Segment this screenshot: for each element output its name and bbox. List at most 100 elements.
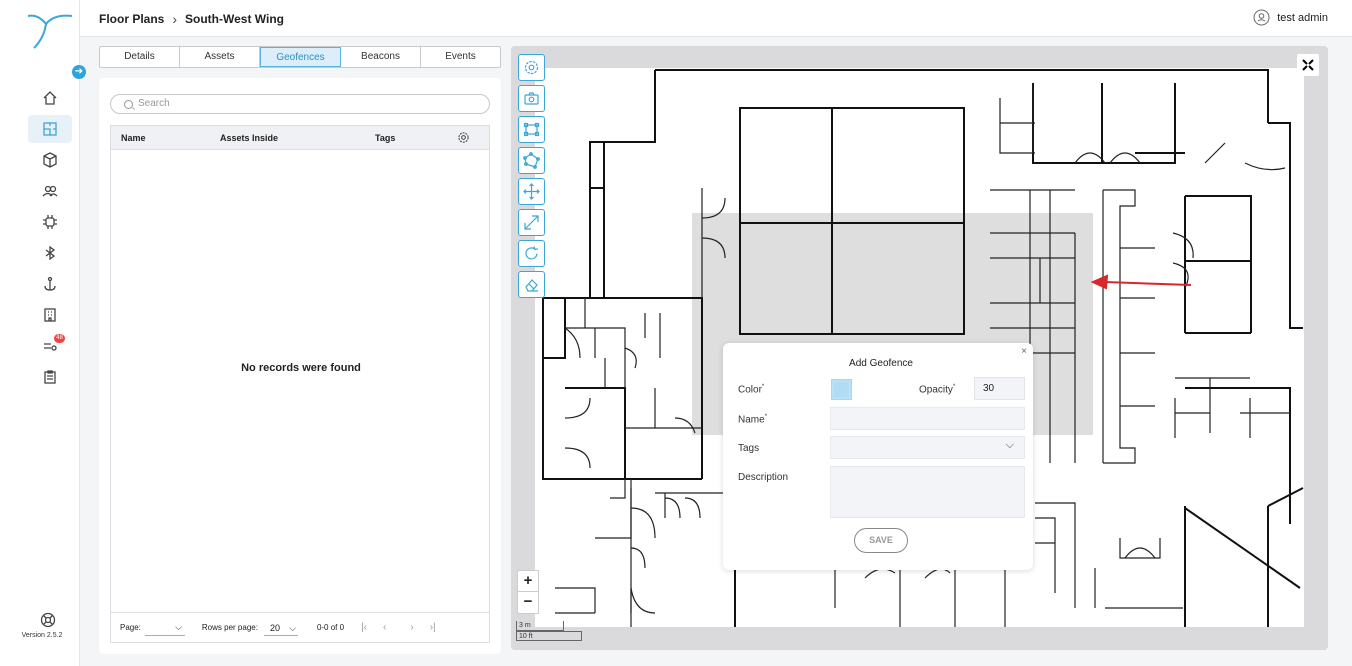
chevron-down-icon: ⌵	[1005, 439, 1014, 451]
chip-icon	[43, 215, 57, 229]
users-icon	[42, 185, 58, 197]
geofences-panel: Search Name Assets Inside Tags No record…	[99, 78, 501, 654]
tags-select[interactable]: ⌵	[830, 436, 1025, 459]
scale-metric: 3 m	[516, 621, 564, 631]
sidebar-item-home[interactable]	[28, 84, 72, 112]
tab-assets[interactable]: Assets	[180, 47, 260, 67]
page-select[interactable]: ⌵	[144, 620, 185, 636]
move-button[interactable]	[518, 178, 545, 205]
zoom-control: + −	[517, 570, 539, 614]
map-snapshot-button[interactable]	[518, 85, 545, 112]
chevron-right-icon: ›	[172, 11, 178, 27]
last-page-icon[interactable]: ›|	[430, 622, 436, 633]
move-icon	[523, 183, 540, 200]
sidebar-item-users[interactable]	[28, 177, 72, 205]
fullscreen-button[interactable]	[1297, 54, 1319, 76]
add-geofence-dialog: × Add Geofence Color* Opacity* 30 Name* …	[723, 343, 1033, 570]
column-assets-inside[interactable]: Assets Inside	[220, 133, 278, 143]
top-header: Floor Plans › South-West Wing test admin	[80, 0, 1352, 37]
draw-rectangle-button[interactable]	[518, 116, 545, 143]
first-page-icon[interactable]: |‹	[361, 622, 367, 633]
name-label: Name*	[738, 414, 768, 426]
map-scale-bar: 3 m 10 ft	[516, 621, 582, 641]
sidebar-item-reports[interactable]	[28, 363, 72, 391]
opacity-input[interactable]: 30	[974, 377, 1025, 400]
dialog-title: Add Geofence	[849, 358, 913, 369]
zoom-out-button[interactable]: −	[518, 592, 538, 613]
resize-icon	[524, 215, 539, 230]
rows-per-page-value: 20	[269, 622, 280, 633]
breadcrumb-floor-plans[interactable]: Floor Plans	[99, 12, 164, 26]
rotate-icon	[525, 246, 539, 260]
tab-bar: Details Assets Geofences Beacons Events	[99, 46, 501, 68]
search-input[interactable]: Search	[110, 94, 490, 114]
rotate-button[interactable]	[518, 240, 545, 267]
user-avatar-icon	[1253, 9, 1270, 26]
pagination-range: 0-0 of 0	[316, 623, 345, 632]
resize-button[interactable]	[518, 209, 545, 236]
anchor-icon	[44, 276, 56, 291]
alerts-count-badge: 48	[54, 334, 65, 343]
bluetooth-icon	[45, 245, 56, 261]
column-tags[interactable]: Tags	[375, 133, 395, 143]
expand-sidebar-button[interactable]: ➔	[72, 65, 86, 79]
building-icon	[44, 308, 56, 322]
cube-icon	[43, 152, 57, 168]
sidebar-item-devices[interactable]	[28, 208, 72, 236]
rows-per-page-label: Rows per page:	[201, 623, 258, 632]
description-label: Description	[738, 472, 789, 483]
tab-events[interactable]: Events	[421, 47, 500, 67]
tags-label: Tags	[738, 443, 760, 454]
name-label-text: Name	[738, 414, 765, 426]
close-icon[interactable]: ×	[1021, 346, 1027, 357]
app-version: Version 2.5.2	[21, 632, 63, 639]
opacity-label: Opacity*	[919, 384, 956, 396]
description-textarea[interactable]	[830, 466, 1025, 518]
next-page-icon[interactable]: ›	[410, 622, 413, 633]
table-header: Name Assets Inside Tags	[111, 126, 489, 150]
sidebar-item-alerts[interactable]: 48	[28, 332, 72, 360]
chevron-down-icon: ⌵	[289, 622, 296, 633]
opacity-label-text: Opacity	[919, 384, 953, 396]
geofences-table: Name Assets Inside Tags No records were …	[110, 125, 490, 643]
support-icon[interactable]	[40, 612, 56, 628]
polygon-draw-icon	[523, 152, 540, 169]
erase-button[interactable]	[518, 271, 545, 298]
column-settings-icon[interactable]	[457, 131, 470, 144]
page-label: Page:	[120, 623, 141, 632]
user-menu[interactable]: test admin	[1253, 9, 1328, 26]
breadcrumb: Floor Plans › South-West Wing	[99, 11, 284, 27]
scale-imperial: 10 ft	[516, 631, 582, 641]
pagination: Page: ⌵ Rows per page: 20 ⌵ 0-0 of 0 |‹ …	[111, 612, 489, 642]
draw-polygon-button[interactable]	[518, 147, 545, 174]
prev-page-icon[interactable]: ‹	[383, 622, 386, 633]
tab-geofences[interactable]: Geofences	[260, 47, 341, 67]
search-icon	[124, 100, 133, 109]
left-panel: Details Assets Geofences Beacons Events …	[99, 46, 502, 654]
rows-per-page-select[interactable]: 20 ⌵	[263, 620, 298, 636]
name-input[interactable]	[830, 407, 1025, 430]
zoom-in-button[interactable]: +	[518, 571, 538, 592]
sidebar-item-beacons[interactable]	[28, 239, 72, 267]
tab-details[interactable]: Details	[100, 47, 180, 67]
map-settings-button[interactable]	[518, 54, 545, 81]
home-icon	[43, 91, 57, 105]
tab-beacons[interactable]: Beacons	[341, 47, 421, 67]
column-name[interactable]: Name	[121, 133, 146, 143]
reports-icon	[44, 370, 56, 384]
app-logo[interactable]	[24, 10, 76, 52]
sidebar-item-buildings[interactable]	[28, 301, 72, 329]
floor-plan-icon	[43, 122, 57, 136]
sidebar-item-anchors[interactable]	[28, 270, 72, 298]
color-label-text: Color	[738, 384, 762, 396]
camera-icon	[524, 92, 539, 105]
chevron-down-icon: ⌵	[175, 621, 182, 632]
color-label: Color*	[738, 384, 765, 396]
sidebar-item-assets[interactable]	[28, 146, 72, 174]
breadcrumb-current: South-West Wing	[185, 12, 285, 26]
save-button[interactable]: SAVE	[854, 528, 908, 553]
sidebar-nav: 48	[28, 84, 72, 394]
sidebar-item-floor-plans[interactable]	[28, 115, 72, 143]
color-picker-swatch[interactable]	[831, 379, 852, 400]
rectangle-draw-icon	[523, 122, 540, 137]
